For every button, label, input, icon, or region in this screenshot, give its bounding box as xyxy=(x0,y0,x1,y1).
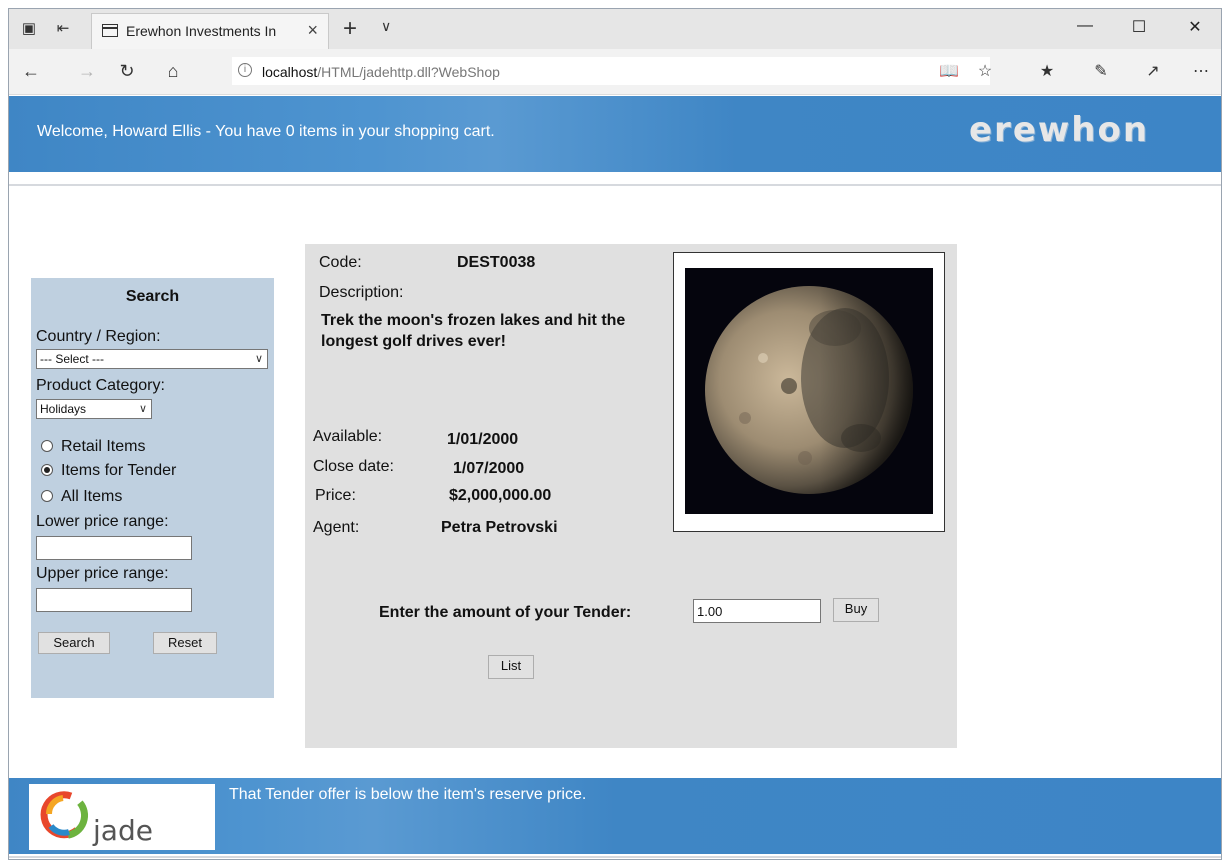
search-button[interactable]: Search xyxy=(38,632,110,654)
pen-icon[interactable]: ✎ xyxy=(1089,61,1113,81)
more-icon[interactable]: ⋯ xyxy=(1189,61,1213,81)
minimize-icon[interactable]: — xyxy=(1075,17,1095,35)
close-tab-icon[interactable]: × xyxy=(307,20,318,41)
list-button[interactable]: List xyxy=(488,655,534,679)
country-select-value: --- Select --- xyxy=(40,352,104,366)
erewhon-logo: erewhon xyxy=(969,110,1150,150)
browser-window: ▣ ⇤ Erewhon Investments In × + ∨ — ☐ ✕ ←… xyxy=(8,8,1222,860)
product-image-frame xyxy=(673,252,945,532)
radio-button[interactable] xyxy=(41,464,53,476)
description-value: Trek the moon's frozen lakes and hit the… xyxy=(321,312,626,350)
chevron-down-icon: ∨ xyxy=(254,353,263,365)
code-value: DEST0038 xyxy=(457,254,536,271)
browser-tab[interactable]: Erewhon Investments In × xyxy=(91,13,329,49)
code-label: Code: xyxy=(319,254,362,271)
upper-price-label: Upper price range: xyxy=(36,565,169,582)
upper-price-input[interactable] xyxy=(36,588,192,612)
favorites-hub-icon[interactable]: ★ xyxy=(1035,61,1059,81)
available-label: Available: xyxy=(313,428,383,445)
site-header: Welcome, Howard Ellis - You have 0 items… xyxy=(9,96,1221,172)
url-text: localhost/HTML/jadehttp.dll?WebShop xyxy=(262,64,500,80)
radio-button[interactable] xyxy=(41,440,53,452)
set-aside-tabs-icon[interactable]: ⇤ xyxy=(53,19,73,39)
close-date-label: Close date: xyxy=(313,458,394,475)
home-icon[interactable]: ⌂ xyxy=(161,61,185,82)
radio-label: All Items xyxy=(61,488,123,505)
tabs-aside-icon[interactable]: ▣ xyxy=(19,19,39,39)
reading-view-icon[interactable]: 📖 xyxy=(937,61,961,81)
forward-arrow-icon[interactable]: → xyxy=(75,61,99,82)
divider xyxy=(9,184,1221,186)
info-icon[interactable]: i xyxy=(238,63,252,77)
radio-retail-items[interactable]: Retail Items xyxy=(41,438,145,456)
chevron-down-icon: ∨ xyxy=(138,403,147,415)
welcome-message: Welcome, Howard Ellis - You have 0 items… xyxy=(37,123,495,140)
site-footer: jade That Tender offer is below the item… xyxy=(9,778,1221,854)
description-label: Description: xyxy=(319,284,404,301)
country-label: Country / Region: xyxy=(36,328,161,345)
category-select[interactable]: Holidays ∨ xyxy=(36,399,152,419)
tab-title: Erewhon Investments In xyxy=(126,23,277,39)
available-value: 1/01/2000 xyxy=(447,431,519,448)
close-date-value: 1/07/2000 xyxy=(453,460,525,477)
tender-label: Enter the amount of your Tender: xyxy=(379,604,632,621)
agent-value: Petra Petrovski xyxy=(441,519,558,536)
moon-image xyxy=(685,268,933,514)
page-content: Welcome, Howard Ellis - You have 0 items… xyxy=(9,96,1221,859)
lower-price-label: Lower price range: xyxy=(36,513,169,530)
back-arrow-icon[interactable]: ← xyxy=(19,61,43,82)
maximize-icon[interactable]: ☐ xyxy=(1129,17,1149,37)
price-value: $2,000,000.00 xyxy=(449,487,552,504)
close-window-icon[interactable]: ✕ xyxy=(1185,17,1205,37)
category-label: Product Category: xyxy=(36,377,165,394)
price-label: Price: xyxy=(315,487,356,504)
item-detail-panel: Code: DEST0038 Description: Trek the moo… xyxy=(305,244,957,748)
favorite-star-icon[interactable]: ☆ xyxy=(973,61,997,81)
country-select[interactable]: --- Select --- ∨ xyxy=(36,349,268,369)
radio-button[interactable] xyxy=(41,490,53,502)
new-tab-icon[interactable]: + xyxy=(343,15,357,43)
radio-label: Items for Tender xyxy=(61,462,177,479)
tab-bar: ▣ ⇤ Erewhon Investments In × + ∨ — ☐ ✕ xyxy=(9,9,1221,49)
jade-logo-text: jade xyxy=(93,814,153,847)
category-select-value: Holidays xyxy=(40,402,87,416)
buy-button[interactable]: Buy xyxy=(833,598,879,622)
radio-label: Retail Items xyxy=(61,438,146,455)
search-title: Search xyxy=(125,288,180,305)
share-icon[interactable]: ↗ xyxy=(1141,61,1165,81)
reset-button[interactable]: Reset xyxy=(153,632,217,654)
footer-divider xyxy=(9,856,1221,858)
url-field[interactable]: i localhost/HTML/jadehttp.dll?WebShop xyxy=(231,56,991,86)
status-message: That Tender offer is below the item's re… xyxy=(229,786,587,803)
search-panel: Search Country / Region: --- Select --- … xyxy=(31,278,274,698)
radio-items-for-tender[interactable]: Items for Tender xyxy=(41,462,176,480)
chevron-down-icon[interactable]: ∨ xyxy=(381,18,391,35)
jade-swirl-icon xyxy=(40,791,89,839)
radio-all-items[interactable]: All Items xyxy=(41,488,122,506)
agent-label: Agent: xyxy=(313,519,360,536)
address-bar: ← → ↻ ⌂ i localhost/HTML/jadehttp.dll?We… xyxy=(9,49,1221,95)
jade-logo: jade xyxy=(29,784,215,850)
lower-price-input[interactable] xyxy=(36,536,192,560)
refresh-icon[interactable]: ↻ xyxy=(115,61,139,82)
page-icon xyxy=(102,24,118,37)
tender-amount-input[interactable] xyxy=(693,599,821,623)
